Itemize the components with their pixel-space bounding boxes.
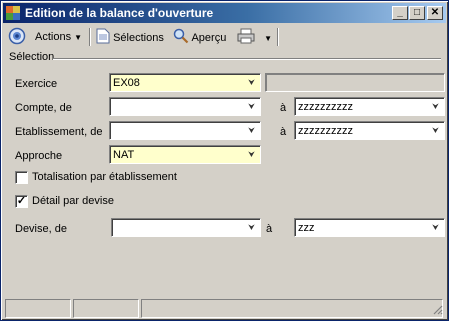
print-button[interactable]: ▼ [237,28,272,46]
etablissement-to-select[interactable]: zzzzzzzzzz ⮟ [294,121,445,140]
exercice-value: EX08 [113,77,140,89]
chevron-down-icon[interactable]: ⮟ [245,124,258,137]
preview-button[interactable]: Aperçu [173,28,226,46]
devise-to-label: à [266,223,273,235]
close-button[interactable]: ✕ [427,6,443,20]
minimize-button[interactable]: _ [392,6,408,20]
detail-devise-checkbox[interactable]: ✓ [15,195,28,208]
approche-select[interactable]: NAT ⮟ [109,145,261,164]
section-label: Sélection [9,51,55,63]
etablissement-label: Etablissement, de [15,126,103,138]
dialog-window: Edition de la balance d'ouverture _ □ ✕ … [0,0,449,321]
compte-to-label: à [280,102,287,114]
totalisation-label[interactable]: Totalisation par établissement [32,171,177,183]
preview-label: Aperçu [191,32,227,44]
etablissement-to-value: zzzzzzzzzz [298,125,353,137]
toolbar-separator [89,28,91,46]
status-cell [141,299,443,318]
actions-menu[interactable]: Actions ▼ [35,28,82,46]
printer-icon [237,28,255,44]
chevron-down-icon[interactable]: ⮟ [429,124,442,137]
devise-from-select[interactable]: ⮟ [111,218,261,237]
chevron-down-icon[interactable]: ⮟ [245,148,258,161]
etablissement-from-select[interactable]: ⮟ [109,121,261,140]
chevron-down-icon[interactable]: ⮟ [245,76,258,89]
resize-grip-icon[interactable] [431,303,443,315]
section-divider [53,58,441,60]
toolbar: Actions ▼ Sélections Aperçu ▼ [3,24,446,50]
compte-to-value: zzzzzzzzzz [298,101,353,113]
status-cell [5,299,71,318]
totalisation-checkbox[interactable] [15,171,28,184]
magnifier-icon [173,28,189,44]
selections-label: Sélections [113,32,164,44]
target-icon[interactable] [8,27,26,45]
title-bar[interactable]: Edition de la balance d'ouverture _ □ ✕ [3,3,446,23]
devise-to-value: zzz [298,222,315,234]
app-icon [6,6,20,20]
document-icon [96,28,110,44]
approche-value: NAT [113,149,135,161]
compte-to-select[interactable]: zzzzzzzzzz ⮟ [294,97,445,116]
exercice-label: Exercice [15,78,58,90]
devise-to-select[interactable]: zzz ⮟ [294,218,445,237]
chevron-down-icon[interactable]: ⮟ [429,100,442,113]
exercice-select[interactable]: EX08 ⮟ [109,73,261,92]
detail-devise-label[interactable]: Détail par devise [32,195,114,207]
dropdown-arrow-icon: ▼ [74,33,83,42]
window-title: Edition de la balance d'ouverture [25,6,214,20]
exercice-description-field [265,73,445,92]
compte-from-select[interactable]: ⮟ [109,97,261,116]
compte-label: Compte, de [15,102,72,114]
print-dropdown-icon[interactable]: ▼ [264,34,272,43]
etablissement-to-label: à [280,126,287,138]
maximize-button[interactable]: □ [409,6,425,20]
status-bar [3,299,446,318]
actions-label: Actions [35,31,72,43]
status-cell [73,299,139,318]
chevron-down-icon[interactable]: ⮟ [245,100,258,113]
chevron-down-icon[interactable]: ⮟ [245,221,258,234]
chevron-down-icon[interactable]: ⮟ [429,221,442,234]
approche-label: Approche [15,150,63,162]
selections-button[interactable]: Sélections [96,28,164,46]
toolbar-separator [277,28,279,46]
devise-label: Devise, de [15,223,67,235]
